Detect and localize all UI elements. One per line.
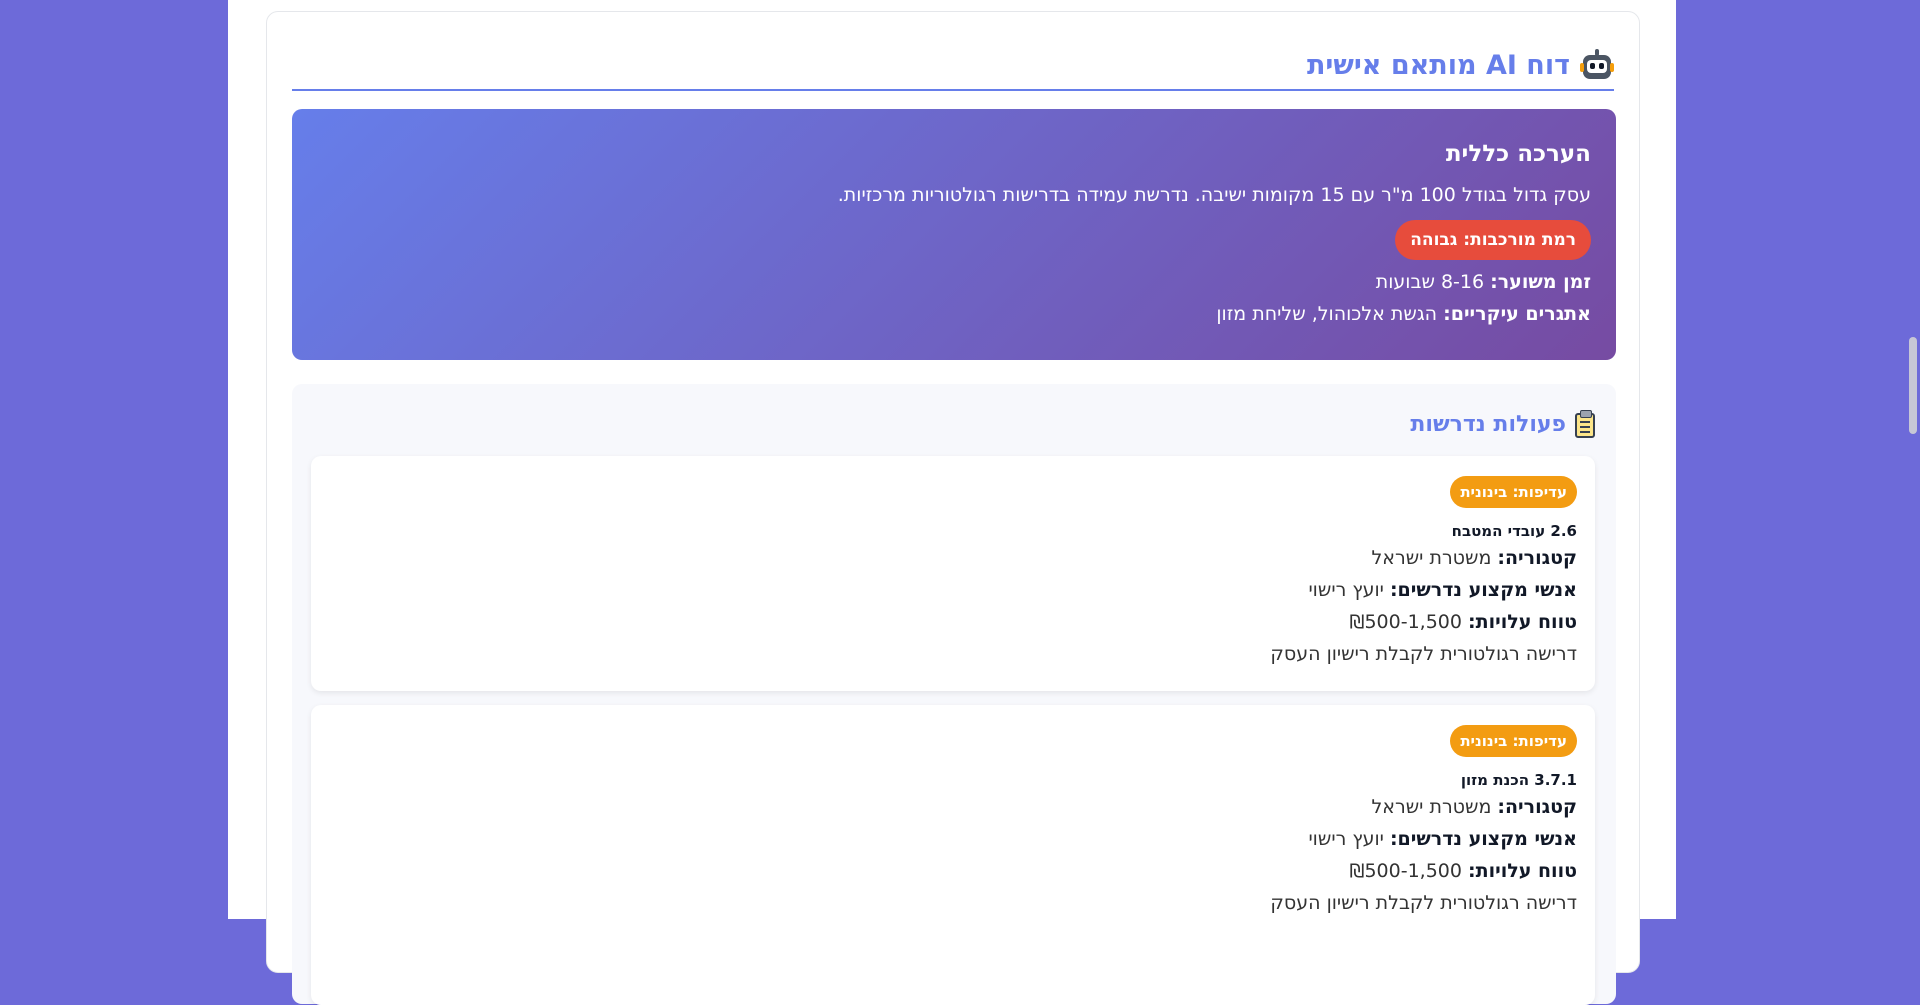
action-title: 3.7.1 הכנת מזון (1460, 771, 1577, 789)
main-challenges-value: הגשת אלכוהול, שליחת מזון (1216, 303, 1444, 325)
overview-description: עסק גדול בגודל 100 מ"ר עם 15 מקומות ישיב… (837, 184, 1591, 206)
action-experts-row: אנשי מקצוע נדרשים: יועץ רישוי (329, 823, 1577, 855)
priority-badge: עדיפות: בינונית (1450, 725, 1577, 757)
action-card: עדיפות: בינונית 3.7.1 הכנת מזון קטגוריה:… (311, 705, 1595, 1005)
overview-heading: הערכה כללית (1445, 141, 1591, 167)
required-actions-section: פעולות נדרשות עדיפות: בינונית 2.6 עובדי … (292, 384, 1616, 1005)
action-category-row: קטגוריה: משטרת ישראל (329, 542, 1577, 574)
experts-label: אנשי מקצוע נדרשים: (1389, 828, 1577, 850)
category-value: משטרת ישראל (1371, 796, 1498, 818)
cost-label: טווח עלויות: (1468, 611, 1577, 633)
required-actions-header: פעולות נדרשות (1410, 404, 1596, 444)
estimated-time-label: זמן משוער: (1490, 271, 1591, 293)
main-challenges-row: אתגרים עיקריים: הגשת אלכוהול, שליחת מזון (317, 298, 1591, 330)
scrollbar-thumb[interactable] (1909, 337, 1917, 434)
cost-value: ₪500-1,500 (1349, 611, 1469, 633)
complexity-badge: רמת מורכבות: גבוהה (1395, 220, 1591, 260)
priority-badge: עדיפות: בינונית (1450, 476, 1577, 508)
action-description: דרישה רגולטורית לקבלת רישיון העסק (1270, 892, 1577, 914)
robot-icon (1580, 48, 1614, 83)
action-title: 2.6 עובדי המטבח (1451, 522, 1577, 540)
report-header: דוח AI מותאם אישית (292, 42, 1614, 91)
main-challenges-label: אתגרים עיקריים: (1443, 303, 1591, 325)
action-card: עדיפות: בינונית 2.6 עובדי המטבח קטגוריה:… (311, 456, 1595, 691)
category-value: משטרת ישראל (1371, 547, 1498, 569)
overview-panel: הערכה כללית עסק גדול בגודל 100 מ"ר עם 15… (292, 109, 1616, 360)
report-card: דוח AI מותאם אישית הערכה כללית עסק גדול … (266, 11, 1640, 1005)
report-title: דוח AI מותאם אישית (1306, 49, 1570, 81)
category-label: קטגוריה: (1497, 796, 1577, 818)
cost-value: ₪500-1,500 (1349, 860, 1469, 882)
experts-value: יועץ רישוי (1308, 579, 1390, 601)
required-actions-title: פעולות נדרשות (1410, 411, 1566, 437)
experts-value: יועץ רישוי (1308, 828, 1390, 850)
cost-label: טווח עלויות: (1468, 860, 1577, 882)
action-experts-row: אנשי מקצוע נדרשים: יועץ רישוי (329, 574, 1577, 606)
action-cost-row: טווח עלויות: ₪500-1,500 (329, 606, 1577, 638)
estimated-time-value: 8-16 שבועות (1375, 271, 1491, 293)
action-cost-row: טווח עלויות: ₪500-1,500 (329, 855, 1577, 887)
page-container: דוח AI מותאם אישית הערכה כללית עסק גדול … (228, 0, 1676, 1005)
action-category-row: קטגוריה: משטרת ישראל (329, 791, 1577, 823)
experts-label: אנשי מקצוע נדרשים: (1389, 579, 1577, 601)
category-label: קטגוריה: (1497, 547, 1577, 569)
action-description: דרישה רגולטורית לקבלת רישיון העסק (1270, 643, 1577, 665)
page-scrollbar[interactable] (1906, 0, 1920, 919)
estimated-time-row: זמן משוער: 8-16 שבועות (317, 266, 1591, 298)
clipboard-icon (1574, 410, 1596, 438)
